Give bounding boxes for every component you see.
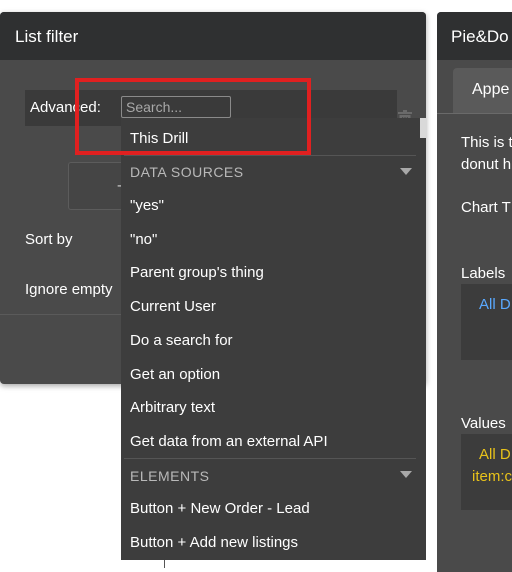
chevron-down-icon[interactable]	[400, 471, 412, 478]
panel-title: List filter	[15, 27, 79, 46]
dropdown-item[interactable]: "no"	[130, 231, 157, 248]
dropdown-item[interactable]: Current User	[130, 298, 216, 315]
dropdown-item[interactable]: Do a search for	[130, 332, 233, 349]
values-label: Values	[461, 415, 506, 432]
dropdown-separator	[124, 155, 416, 156]
dropdown-item[interactable]: Arbitrary text	[130, 399, 215, 416]
add-filter-button[interactable]: -	[68, 162, 124, 210]
highlight-box	[75, 78, 311, 155]
dropdown-item[interactable]: Get an option	[130, 366, 220, 383]
description-text: donut h	[461, 156, 512, 173]
pie-donut-panel: Pie&Do Appe This is t donut h Chart T La…	[437, 12, 512, 572]
dropdown-item[interactable]: Parent group's thing	[130, 264, 264, 281]
labels-expression-field[interactable]: All D	[461, 284, 512, 360]
chart-type-label: Chart T	[461, 199, 511, 216]
dropdown-separator	[124, 458, 416, 459]
panel-header: Pie&Do	[437, 12, 512, 60]
dropdown-scrollbar[interactable]	[420, 118, 426, 138]
chevron-down-icon[interactable]	[400, 168, 412, 175]
sort-by-label: Sort by	[25, 231, 73, 248]
ignore-empty-label: Ignore empty	[25, 281, 113, 298]
divider	[164, 560, 165, 568]
tab-divider	[437, 113, 512, 114]
values-expression-value: All D	[479, 446, 511, 463]
description-text: This is t	[461, 134, 512, 151]
dropdown-item[interactable]: Get data from an external API	[130, 433, 328, 450]
labels-expression-value: All D	[479, 296, 511, 313]
dropdown-item[interactable]: "yes"	[130, 197, 164, 214]
section-header-data-sources[interactable]: DATA SOURCES	[130, 164, 244, 180]
panel-header: List filter	[0, 12, 426, 60]
tab-appearance[interactable]: Appe	[453, 68, 512, 114]
tab-label: Appe	[472, 81, 510, 98]
labels-label: Labels	[461, 265, 506, 282]
values-expression-value: item:c	[472, 468, 512, 485]
section-header-elements[interactable]: ELEMENTS	[130, 468, 209, 484]
dropdown-item[interactable]: Button + Add new listings	[130, 534, 298, 551]
data-source-dropdown: This Drill DATA SOURCES "yes" "no" Paren…	[121, 118, 426, 560]
dropdown-item[interactable]: Button + New Order - Lead	[130, 500, 310, 517]
panel-title: Pie&Do	[451, 27, 509, 46]
values-expression-field[interactable]: All D item:c	[461, 434, 512, 510]
